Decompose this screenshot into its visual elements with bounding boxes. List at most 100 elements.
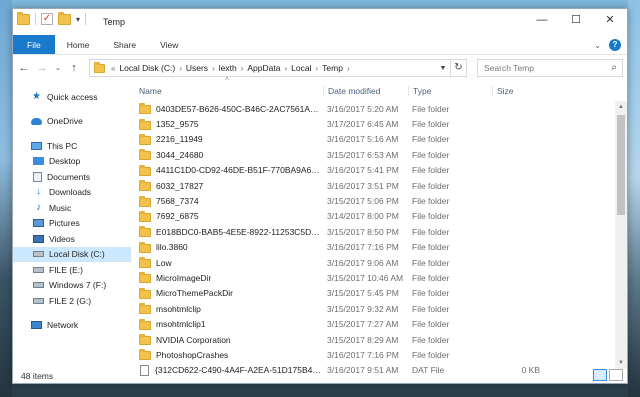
file-type: File folder xyxy=(412,211,450,222)
breadcrumb-appdata[interactable]: AppData xyxy=(246,63,281,73)
scroll-down-icon[interactable]: ▼ xyxy=(615,357,627,369)
file-row[interactable]: 4411C1D0-CD92-46DE-B51F-770BA9A650... 3/1… xyxy=(131,163,613,178)
column-header-type[interactable]: Type xyxy=(408,86,492,96)
file-row[interactable]: NVIDIA Corporation 3/15/2017 8:29 AM File … xyxy=(131,332,613,347)
column-header-date[interactable]: Date modified xyxy=(323,86,408,96)
file-row[interactable]: 7568_7374 3/15/2017 5:06 PM File folder xyxy=(131,193,613,208)
refresh-icon[interactable]: ↻ xyxy=(450,60,466,76)
help-icon[interactable]: ? xyxy=(609,39,621,51)
file-row[interactable]: MicroImageDir 3/15/2017 10:46 AM File fold… xyxy=(131,270,613,285)
file-name: 7568_7374 xyxy=(156,196,199,207)
view-buttons xyxy=(593,369,623,381)
sidebar-item-label: Music xyxy=(49,202,72,213)
sidebar-item-network[interactable]: Network xyxy=(13,318,131,334)
breadcrumb-separator[interactable]: › xyxy=(347,64,350,73)
file-row[interactable]: msohtmlclip 3/15/2017 9:32 AM File folder xyxy=(131,301,613,316)
folder-icon xyxy=(139,334,151,346)
column-header-name[interactable]: Name xyxy=(131,86,323,96)
breadcrumb-separator[interactable]: › xyxy=(315,64,318,73)
file-row[interactable]: E018BDC0-BAB5-4E5E-8922-11253C5DBD... 3/1… xyxy=(131,224,613,239)
file-name-cell: PhotoshopCrashes xyxy=(131,349,323,361)
large-icons-view-icon[interactable] xyxy=(609,369,623,381)
desktop-background-right xyxy=(628,0,640,397)
sidebar-item-label: Pictures xyxy=(49,218,80,229)
scrollbar-thumb[interactable] xyxy=(617,115,625,215)
tab-view[interactable]: View xyxy=(148,35,190,54)
breadcrumb-overflow[interactable]: « xyxy=(111,64,115,73)
item-count: 48 items xyxy=(21,371,54,381)
folder-icon xyxy=(139,195,151,207)
file-list: 0403DE57-B626-450C-B46C-2AC7561A1D... 3/1… xyxy=(131,101,613,378)
file-row[interactable]: 3044_24680 3/15/2017 6:53 AM File folder xyxy=(131,147,613,162)
sidebar-item-desktop[interactable]: Desktop xyxy=(13,154,131,170)
address-history-icon[interactable]: ▼ xyxy=(436,65,450,72)
maximize-button[interactable]: ☐ xyxy=(559,9,593,31)
breadcrumb-temp[interactable]: Temp xyxy=(321,63,344,73)
search-input[interactable]: Search Temp ⌕ xyxy=(477,59,623,77)
file-row[interactable]: msohtmlclip1 3/15/2017 7:27 AM File folder xyxy=(131,316,613,331)
tab-share[interactable]: Share xyxy=(101,35,148,54)
search-icon[interactable]: ⌕ xyxy=(611,62,617,73)
file-row[interactable]: 7692_6875 3/14/2017 8:00 PM File folder xyxy=(131,209,613,224)
file-row[interactable]: 0403DE57-B626-450C-B46C-2AC7561A1D... 3/1… xyxy=(131,101,613,116)
breadcrumb-local-disk[interactable]: Local Disk (C:) xyxy=(118,63,176,73)
breadcrumb-users[interactable]: Users xyxy=(185,63,209,73)
address-controls: ▼ ↻ xyxy=(436,60,466,76)
file-date: 3/15/2017 5:06 PM xyxy=(327,196,399,207)
close-button[interactable]: ✕ xyxy=(593,9,627,31)
folder-icon xyxy=(139,210,151,222)
sidebar-item-quick-access[interactable]: ★ Quick access xyxy=(13,89,131,105)
breadcrumb-local[interactable]: Local xyxy=(290,63,312,73)
forward-button[interactable]: → xyxy=(35,62,49,74)
vertical-scrollbar[interactable]: ▲ ▼ xyxy=(615,101,627,369)
breadcrumb-separator[interactable]: › xyxy=(212,64,215,73)
breadcrumb-separator[interactable]: › xyxy=(179,64,182,73)
file-row[interactable]: MicroThemePackDir 3/15/2017 5:45 PM File f… xyxy=(131,286,613,301)
tab-file[interactable]: File xyxy=(13,35,55,54)
sidebar-item-onedrive[interactable]: OneDrive xyxy=(13,114,131,130)
address-bar[interactable]: « Local Disk (C:) › Users › lexth › AppD… xyxy=(89,59,467,77)
file-row[interactable]: PhotoshopCrashes 3/16/2017 7:16 PM File fo… xyxy=(131,347,613,362)
file-row[interactable]: lilo.3860 3/16/2017 7:16 PM File folder xyxy=(131,240,613,255)
folder-icon xyxy=(139,303,151,315)
minimize-button[interactable]: — xyxy=(525,9,559,31)
tab-home[interactable]: Home xyxy=(55,35,102,54)
back-button[interactable]: ← xyxy=(17,62,31,74)
file-name: msohtmlclip1 xyxy=(156,319,206,330)
recent-locations-button[interactable]: ⌄ xyxy=(53,64,63,72)
file-row[interactable]: 6032_17827 3/16/2017 3:51 PM File folder xyxy=(131,178,613,193)
sidebar-item-local-disk[interactable]: Local Disk (C:) xyxy=(13,246,131,262)
scroll-up-icon[interactable]: ▲ xyxy=(615,101,627,113)
file-row[interactable]: Low 3/16/2017 9:06 AM File folder xyxy=(131,255,613,270)
file-row[interactable]: 1352_9575 3/17/2017 6:45 AM File folder xyxy=(131,116,613,131)
sidebar-item-music[interactable]: ♪ Music xyxy=(13,200,131,216)
sidebar-item-this-pc[interactable]: This PC xyxy=(13,138,131,154)
sidebar-item-file2-g[interactable]: FILE 2 (G:) xyxy=(13,293,131,309)
expand-ribbon-icon[interactable]: ⌄ xyxy=(594,41,601,50)
sidebar-item-file-e[interactable]: FILE (E:) xyxy=(13,262,131,278)
file-date: 3/15/2017 8:29 AM xyxy=(327,334,399,345)
file-name-cell: lilo.3860 xyxy=(131,241,323,253)
sidebar-item-windows7-f[interactable]: Windows 7 (F:) xyxy=(13,278,131,294)
file-date: 3/15/2017 8:50 PM xyxy=(327,226,399,237)
breadcrumb-separator[interactable]: › xyxy=(241,64,244,73)
file-row[interactable]: 2216_11949 3/16/2017 5:16 AM File folder xyxy=(131,132,613,147)
breadcrumb-separator[interactable]: › xyxy=(284,64,287,73)
details-view-icon[interactable] xyxy=(593,369,607,381)
file-name: 6032_17827 xyxy=(156,180,204,191)
breadcrumb-lexth[interactable]: lexth xyxy=(218,63,238,73)
file-date: 3/15/2017 6:53 AM xyxy=(327,149,399,160)
file-name: NVIDIA Corporation xyxy=(156,334,231,345)
up-button[interactable]: ↑ xyxy=(67,62,81,74)
sidebar-item-videos[interactable]: Videos xyxy=(13,231,131,247)
file-name-cell: Low xyxy=(131,257,323,269)
sidebar-item-downloads[interactable]: ↓ Downloads xyxy=(13,185,131,201)
sidebar-item-pictures[interactable]: Pictures xyxy=(13,216,131,232)
file-explorer-window: ✓ ▾ Temp — ☐ ✕ File Home Share View ⌄ ? … xyxy=(12,8,628,384)
customize-toolbar-icon[interactable]: ▾ xyxy=(76,15,80,24)
sidebar-item-documents[interactable]: Documents xyxy=(13,169,131,185)
pictures-icon xyxy=(33,219,44,228)
new-folder-icon[interactable] xyxy=(58,11,71,25)
properties-icon[interactable]: ✓ xyxy=(41,13,53,25)
column-header-size[interactable]: Size xyxy=(492,86,562,96)
